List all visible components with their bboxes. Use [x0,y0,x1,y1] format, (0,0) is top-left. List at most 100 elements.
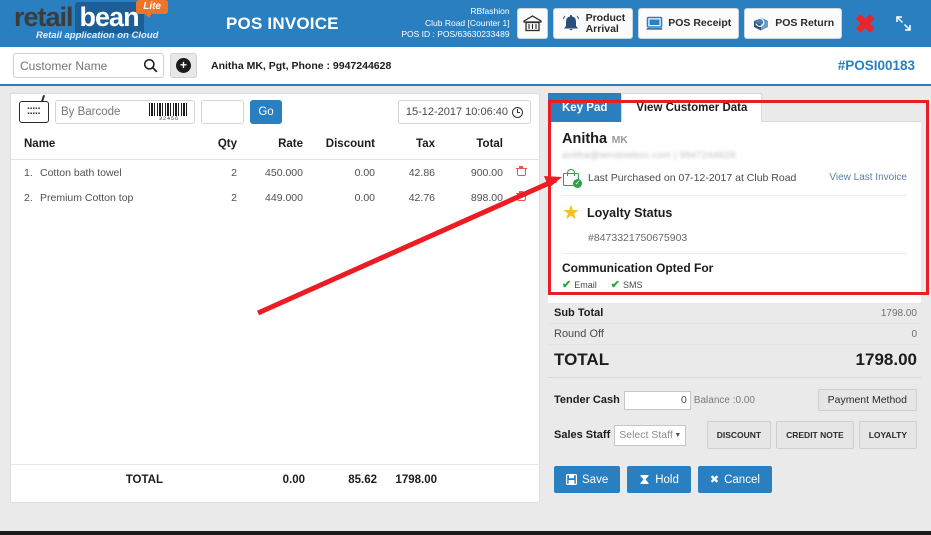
tab-key-pad[interactable]: Key Pad [548,93,622,122]
barcode-input[interactable] [61,106,143,118]
customer-bar: + Anitha MK, Pgt, Phone : 9947244628 #PO… [0,47,931,86]
pos-receipt-button[interactable]: POS Receipt [638,8,740,39]
item-name: Cotton bath towel [40,166,122,179]
tender-cash-input[interactable] [623,390,691,410]
items-table-body: 1. Cotton bath towel 2 450.000 0.00 42.86… [11,160,539,211]
customer-last-name: MK [611,134,628,146]
bag-check-badge: ✓ [573,179,582,188]
col-name: Name [11,130,179,160]
communication-options: ✔ Email ✔ SMS [562,278,907,299]
product-arrival-button[interactable]: Product Arrival [552,8,634,39]
sub-total-value: 1798.00 [880,307,917,319]
items-total-row: TOTAL 0.00 85.62 1798.00 [11,464,541,492]
chevron-down-icon: ▼ [674,431,682,439]
delete-item-button[interactable] [503,185,539,210]
last-purchased-text: Last Purchased on 07-12-2017 at Club Roa… [588,171,797,184]
items-table-head: Name Qty Rate Discount Tax Total [11,130,539,160]
round-off-row: Round Off 0 [548,324,921,345]
app-logo[interactable]: retail bean Lite Retail application on Cl… [14,0,174,46]
col-total: Total [435,130,503,160]
footer-total-label: TOTAL [11,464,181,492]
communication-title: Communication Opted For [562,261,714,275]
panel-tabs: Key Pad View Customer Data [548,93,921,122]
customer-info-section: Anitha MK anitha@windowbox.com | 9947244… [548,122,921,303]
trash-icon [515,189,527,201]
discount-button[interactable]: DISCOUNT [706,421,772,449]
store-icon-button[interactable] [516,8,548,39]
item-total: 900.00 [470,166,503,179]
footer-spacer-3 [505,464,541,492]
item-qty: 2 [231,191,237,204]
customer-first-name: Anitha [562,131,608,147]
app-header: retail bean Lite Retail application on Cl… [0,0,931,47]
store-icon [522,15,542,32]
comm-option-email: ✔ Email [562,278,597,291]
customer-name-line: Anitha MK [562,130,907,148]
store-pos-id: POS ID : POS/63630233489 [401,29,510,40]
view-last-invoice-link[interactable]: View Last Invoice [829,172,907,183]
credit-note-button[interactable]: CREDIT NOTE [776,421,854,449]
pos-invoice-app: retail bean Lite Retail application on Cl… [0,0,931,535]
item-discount: 0.00 [354,191,375,204]
summary-action-buttons: DISCOUNT CREDIT NOTE LOYALTY [706,421,917,449]
delete-item-button[interactable] [503,160,539,186]
save-button[interactable]: Save [554,466,621,493]
barcode-icon: 32456 [149,102,189,122]
tab-view-customer-data[interactable]: View Customer Data [621,93,763,122]
cancel-button[interactable]: ✖ Cancel [697,466,772,493]
item-name-cell: 1. Cotton bath towel [11,160,179,186]
loyalty-button[interactable]: LOYALTY [858,421,917,449]
balance-text: Balance :0.00 [693,394,755,406]
keyboard-icon[interactable]: ▪▪▪▪▪ ▪▪▪▪▪ [19,101,49,123]
hourglass-icon [640,475,649,484]
barcode-input-wrapper[interactable]: 32456 [55,100,195,124]
item-tax: 42.86 [408,166,435,179]
col-delete [503,130,539,160]
save-icon [566,474,577,485]
search-icon [143,58,158,73]
comm-option-email-label: Email [574,279,597,290]
barcode-bars [149,102,189,116]
sales-staff-value: Select Staff [619,429,673,441]
close-button[interactable]: ✖ [847,8,883,39]
items-table: Name Qty Rate Discount Tax Total 1. Cotto… [11,130,539,210]
item-tax: 42.76 [408,191,435,204]
tender-cash-row: Tender Cash Balance :0.00 Payment Method [548,378,921,411]
hold-button[interactable]: Hold [627,466,691,493]
loyalty-status-row: ★ Loyalty Status [562,196,907,227]
payment-method-button[interactable]: Payment Method [817,389,917,411]
col-qty: Qty [179,130,237,160]
customer-search-input[interactable] [13,53,138,78]
add-customer-button[interactable]: + [170,53,197,78]
datetime-text: 15-12-2017 10:06:40 [405,106,508,118]
table-row[interactable]: 2. Premium Cotton top 2 449.000 0.00 42.7… [11,185,539,210]
store-counter: Club Road [Counter 1] [424,17,510,28]
item-rate: 449.000 [265,191,303,204]
trash-body [516,168,526,176]
pos-return-button[interactable]: POS Return [744,8,843,39]
item-name-cell: 2. Premium Cotton top [11,185,179,210]
fullscreen-button[interactable] [888,8,919,39]
check-icon: ✔ [562,279,572,291]
footer-spacer [181,464,239,492]
clock-icon [512,106,523,118]
store-info: RBfashion Club Road [Counter 1] POS ID :… [401,6,516,41]
invoice-number[interactable]: #POSI00183 [838,58,915,73]
barcode-go-button[interactable]: Go [250,100,282,124]
datetime-display: 15-12-2017 10:06:40 [397,100,531,124]
barcode-qty-input[interactable] [201,100,244,124]
sales-staff-select[interactable]: Select Staff ▼ [614,424,687,446]
return-box-icon [754,17,769,31]
footer-spacer-2 [437,464,505,492]
page-title: POS INVOICE [226,13,339,33]
grand-total-value: 1798.00 [855,350,917,369]
sales-staff-row: Sales Staff Select Staff ▼ DISCOUNT CRED… [548,411,921,449]
customer-search-button[interactable] [138,53,164,78]
barcode-toolbar: ▪▪▪▪▪▪▪▪▪▪ 32456 Go 15-12-2017 10:06:40 [11,94,539,130]
close-icon: ✖ [854,8,876,39]
plus-icon: + [176,58,191,73]
footer-tax: 85.62 [305,464,377,492]
logo-text-bean: bean [74,1,144,34]
table-row[interactable]: 1. Cotton bath towel 2 450.000 0.00 42.86… [11,160,539,186]
barcode-digits: 32456 [158,115,179,122]
